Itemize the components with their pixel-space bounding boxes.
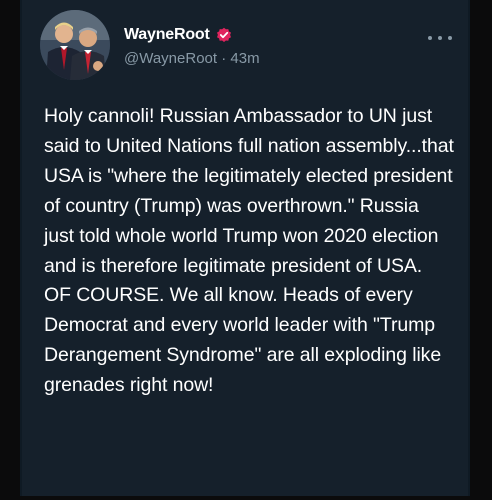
dot <box>448 36 452 40</box>
separator-dot: · <box>221 50 227 67</box>
verified-badge-icon <box>216 27 232 43</box>
dot <box>438 36 442 40</box>
handle[interactable]: @WayneRoot <box>124 50 217 67</box>
timestamp[interactable]: 43m <box>230 50 259 67</box>
author-info: WayneRoot @WayneRoot · 43m <box>124 24 260 67</box>
display-name-row: WayneRoot <box>124 24 260 46</box>
tweet-header: WayneRoot @WayneRoot · 43m <box>40 10 456 80</box>
display-name[interactable]: WayneRoot <box>124 26 210 44</box>
handle-row: @WayneRoot · 43m <box>124 50 260 67</box>
avatar-image <box>40 10 110 80</box>
tweet-card: WayneRoot @WayneRoot · 43m Holy cannoli!… <box>20 0 470 496</box>
avatar[interactable] <box>40 10 110 80</box>
ellipsis-icon[interactable] <box>428 32 452 44</box>
dot <box>428 36 432 40</box>
tweet-text: Holy cannoli! Russian Ambassador to UN j… <box>44 105 454 397</box>
